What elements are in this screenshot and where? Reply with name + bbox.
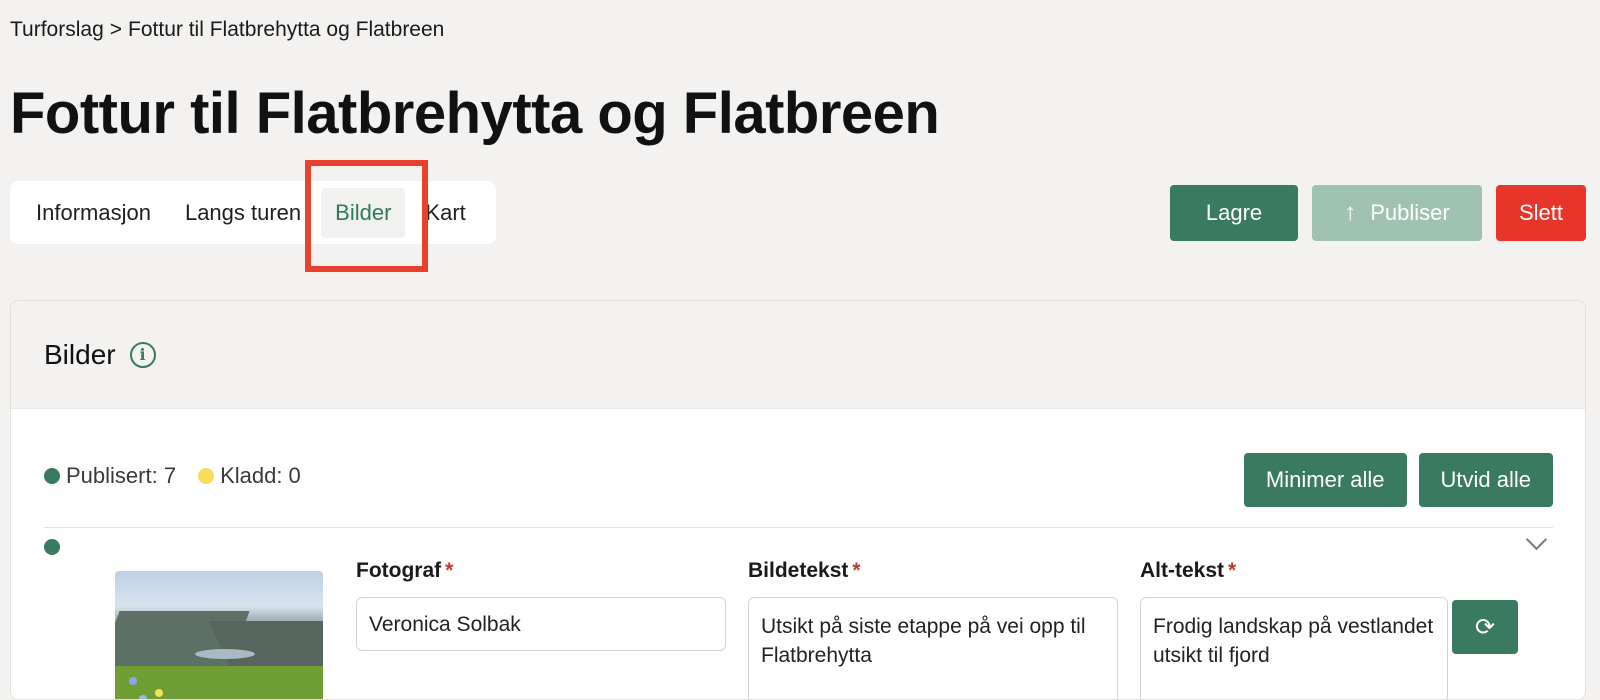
panel-title: Bilder xyxy=(44,338,116,370)
required-mark: * xyxy=(445,559,454,582)
delete-button[interactable]: Slett xyxy=(1496,185,1586,241)
panel-header: Bilder i xyxy=(11,301,1585,409)
tab-informasjon[interactable]: Informasjon xyxy=(22,188,165,238)
breadcrumb-parent-link[interactable]: Turforslag xyxy=(10,18,104,41)
thumbnail-grass xyxy=(115,666,323,699)
refresh-alt-text-button[interactable]: ⟳ xyxy=(1452,600,1518,654)
delete-button-label: Slett xyxy=(1518,200,1564,225)
publish-button-label: Publiser xyxy=(1370,200,1450,225)
breadcrumb-separator: > xyxy=(109,18,123,41)
divider xyxy=(44,527,1553,528)
image-thumbnail[interactable] xyxy=(115,571,323,699)
caption-field: Bildetekst * Utsikt på siste etappe på ve… xyxy=(748,559,1118,699)
tab-kart[interactable]: Kart xyxy=(411,188,479,238)
chevron-down-icon[interactable] xyxy=(1527,529,1545,547)
page-title: Fottur til Flatbrehytta og Flatbreen xyxy=(10,81,940,146)
status-draft: Kladd: 0 xyxy=(198,463,301,489)
photographer-input[interactable]: Veronica Solbak xyxy=(356,597,726,651)
breadcrumb-current: Fottur til Flatbrehytta og Flatbreen xyxy=(128,18,445,41)
photographer-label: Fotograf * xyxy=(356,559,454,582)
required-mark: * xyxy=(852,559,861,582)
images-panel: Bilder i Publisert: 7 Kladd: 0 Minimer a… xyxy=(10,300,1586,700)
draft-dot-icon xyxy=(198,468,215,484)
thumbnail-flower xyxy=(155,689,163,697)
refresh-icon: ⟳ xyxy=(1474,613,1496,641)
alt-text-field: Alt-tekst * Frodig landskap på vestlandet… xyxy=(1140,559,1448,699)
thumbnail-flower xyxy=(129,677,137,685)
breadcrumb: Turforslag > Fottur til Flatbrehytta og Fl… xyxy=(10,18,444,42)
page-actions: Lagre ↑ Publiser Slett xyxy=(1170,185,1586,241)
status-summary: Publisert: 7 Kladd: 0 xyxy=(44,463,301,489)
tab-bar: Informasjon Langs turen Bilder Kart xyxy=(10,181,496,244)
alt-text-label: Alt-tekst * xyxy=(1140,559,1237,582)
required-mark: * xyxy=(1228,559,1237,582)
thumbnail-fjord xyxy=(195,649,255,659)
status-published-label: Publisert: 7 xyxy=(66,463,177,488)
photographer-field: Fotograf * Veronica Solbak xyxy=(356,559,726,651)
status-published: Publisert: 7 xyxy=(44,463,176,489)
save-button[interactable]: Lagre xyxy=(1170,185,1298,241)
expand-all-button[interactable]: Utvid alle xyxy=(1418,453,1553,507)
caption-label: Bildetekst * xyxy=(748,559,861,582)
tab-bilder[interactable]: Bilder xyxy=(321,187,406,238)
status-draft-label: Kladd: 0 xyxy=(220,463,301,488)
info-icon[interactable]: i xyxy=(129,341,156,368)
minimize-all-button[interactable]: Minimer alle xyxy=(1243,453,1407,507)
tab-langs-turen[interactable]: Langs turen xyxy=(171,188,315,238)
published-dot-icon xyxy=(44,468,60,484)
publish-button[interactable]: ↑ Publiser xyxy=(1312,185,1482,241)
item-status-dot-icon xyxy=(44,539,60,555)
save-button-label: Lagre xyxy=(1205,200,1263,225)
thumbnail-flower xyxy=(139,695,147,699)
arrow-up-icon: ↑ xyxy=(1344,199,1357,226)
list-actions: Minimer alle Utvid alle xyxy=(1243,453,1553,507)
